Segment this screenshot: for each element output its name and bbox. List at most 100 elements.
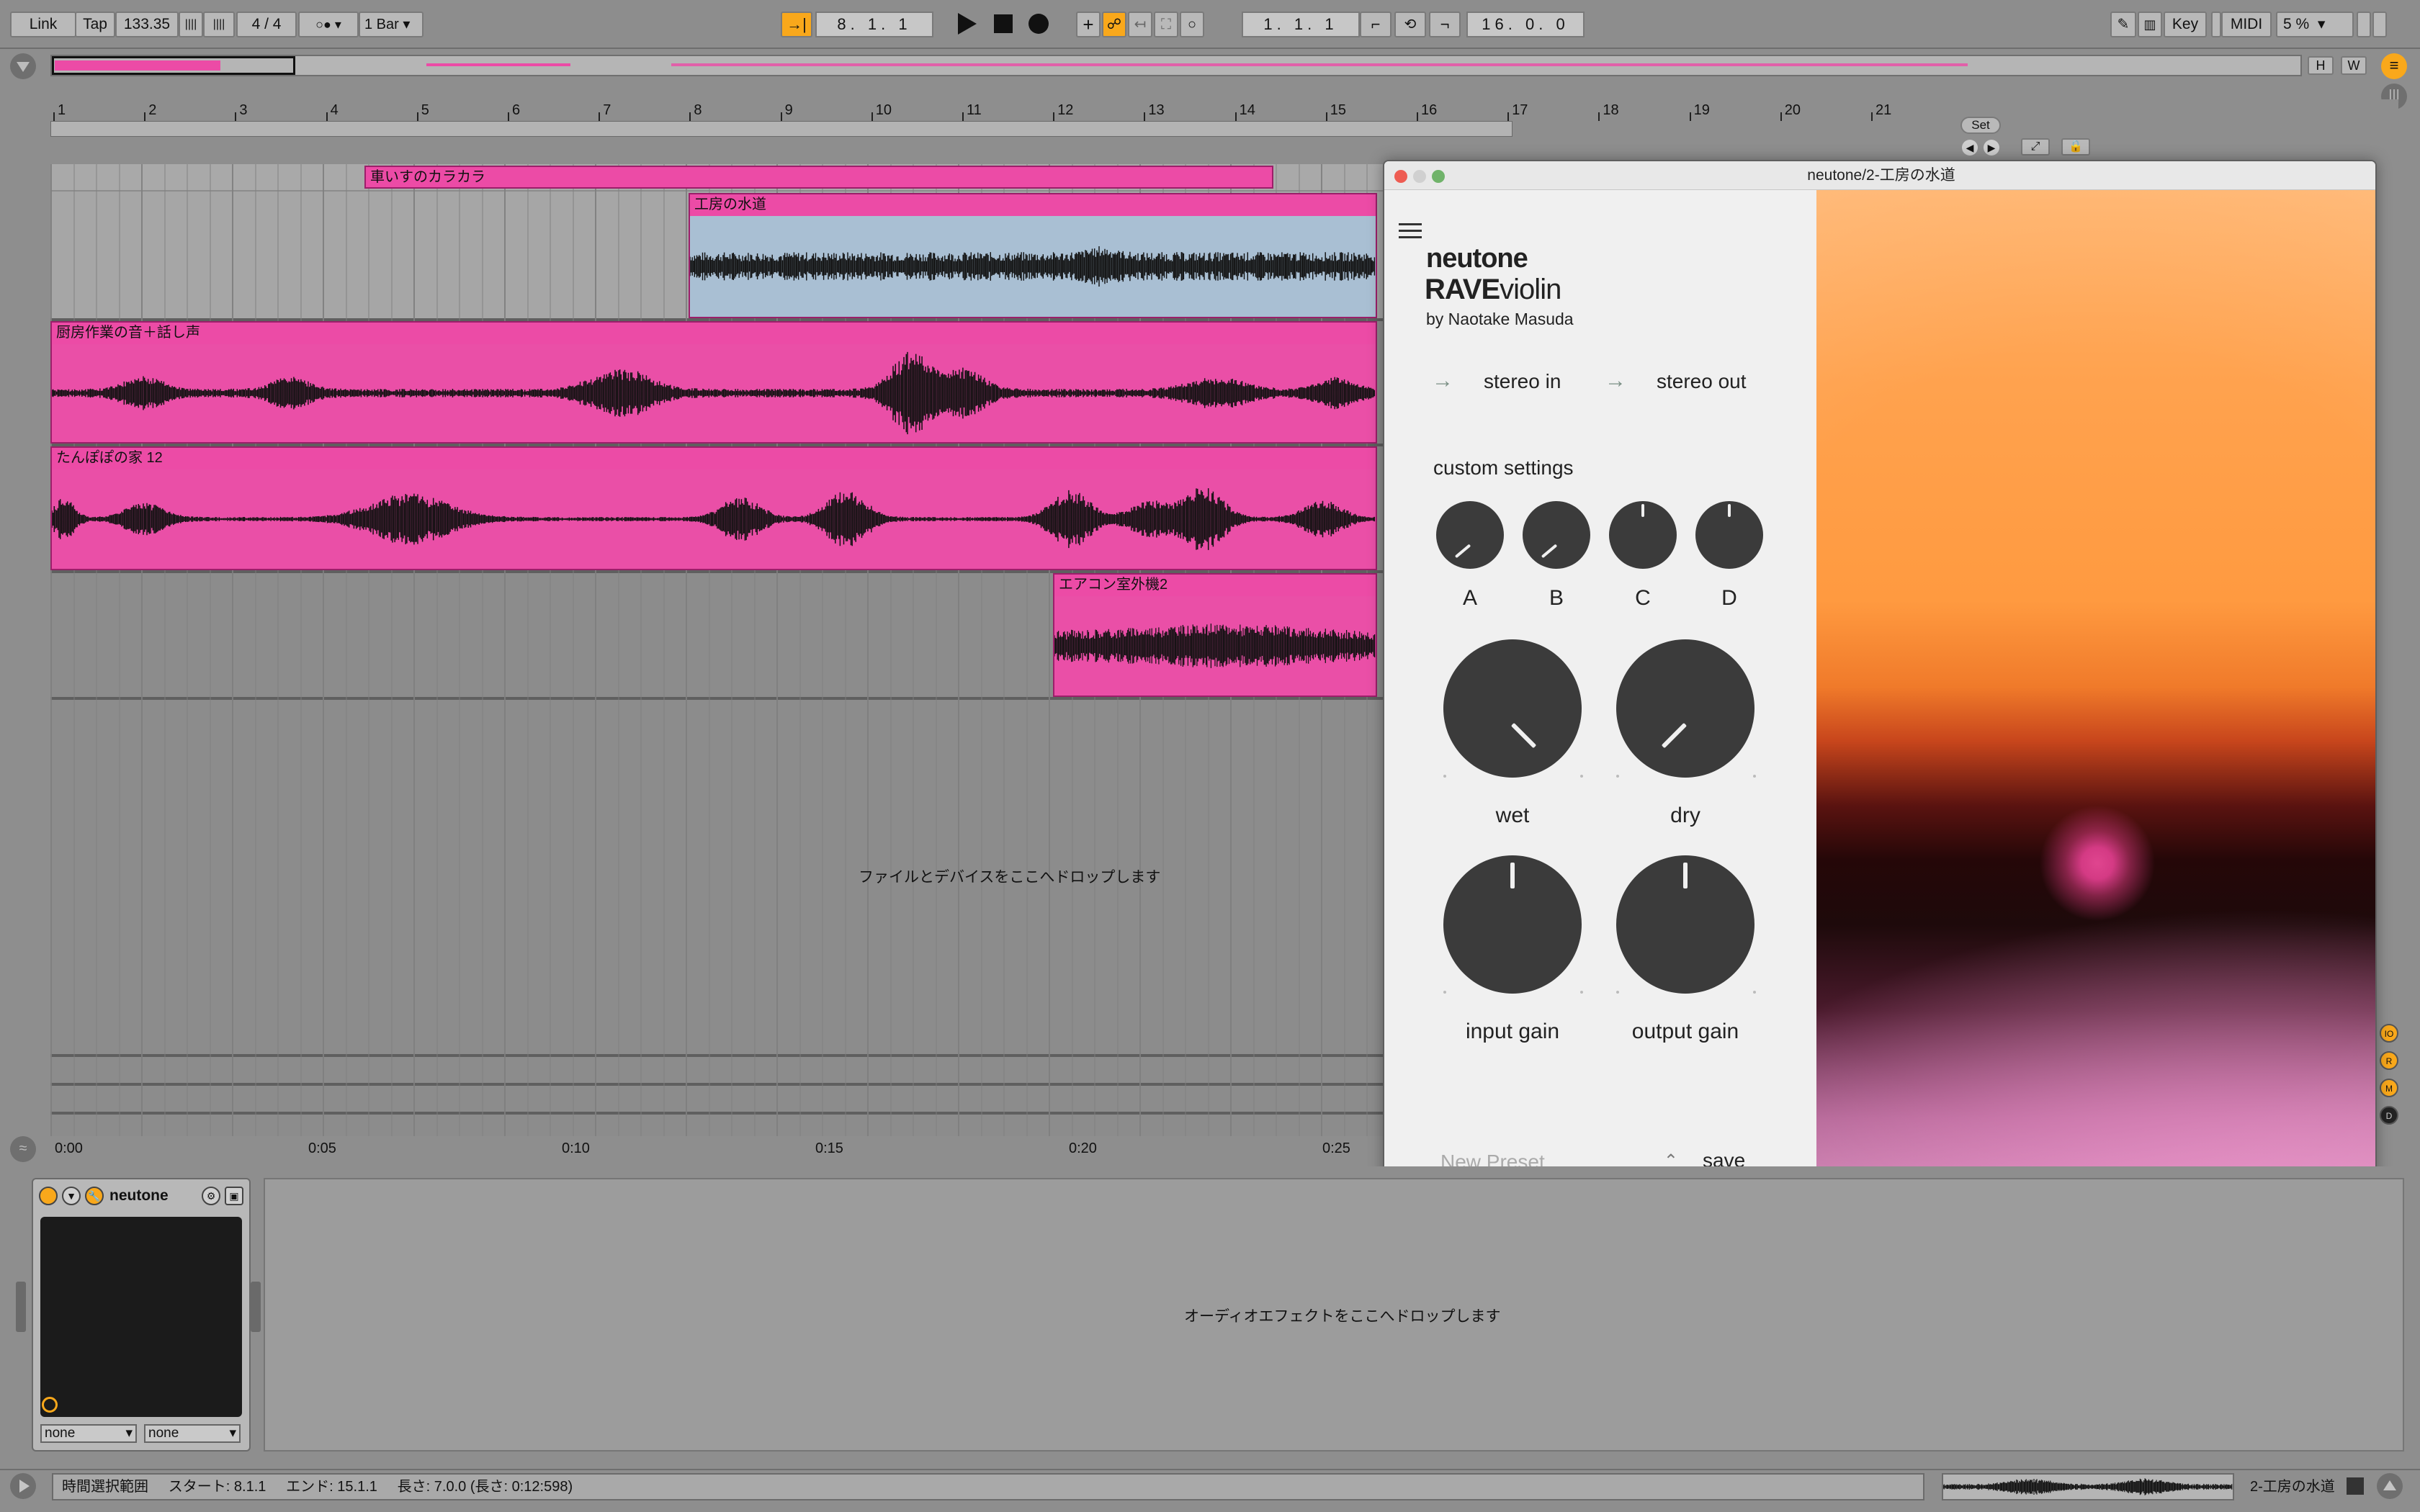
knob-b[interactable] [1523,501,1590,569]
wrench-icon[interactable]: 🔧 [85,1187,104,1205]
device-select-1[interactable]: none ▾ [40,1424,137,1443]
device-drag-handle[interactable] [251,1282,261,1332]
expand-icon[interactable]: ⤢ [2021,138,2050,156]
device-select-2[interactable]: none ▾ [144,1424,241,1443]
bar-number: 21 [1876,102,1892,118]
grid-line [550,164,551,1136]
time-ruler[interactable] [50,1136,1383,1161]
output-config[interactable]: stereo out [1657,370,1747,393]
bar-tick [1598,112,1600,121]
w-zoom-button[interactable]: W [2341,56,2367,75]
nudge-down-icon[interactable]: |||| [179,12,203,37]
input-arrow-icon: → [1432,369,1453,392]
device-fold-handle[interactable] [16,1282,26,1332]
knob-a[interactable] [1436,501,1504,569]
close-icon[interactable] [1394,170,1407,183]
set-locator-button[interactable]: Set [1960,117,2001,134]
edit-plugin-icon[interactable]: ⚙ [202,1187,220,1205]
grid-line [436,164,438,1136]
bar-number: 2 [148,102,157,118]
clip-preview[interactable] [1942,1473,2234,1500]
session-record-icon[interactable]: ○ [1180,12,1204,37]
input-config[interactable]: stereo in [1484,370,1561,393]
bar-tick [53,112,55,121]
clip-aircon[interactable]: エアコン室外機2 [1053,573,1377,697]
hamburger-menu-icon[interactable] [1399,223,1422,239]
h-zoom-button[interactable]: H [2308,56,2334,75]
play-icon[interactable] [958,13,977,35]
save-device-icon[interactable]: ▣ [225,1187,243,1205]
plugin-window-title: neutone/2-工房の水道 [1807,167,1955,184]
nudge-up-icon[interactable]: |||| [203,12,235,37]
zoom-icon[interactable] [1432,170,1445,183]
wave-toggle-icon[interactable]: ≈ [10,1136,36,1162]
arrangement-position-field[interactable]: 8. 1. 1 [815,12,933,37]
wet-knob[interactable] [1443,639,1582,778]
menu-icon[interactable]: ≡ [2381,53,2407,79]
arrangement-overview[interactable] [50,55,2302,76]
capture-icon[interactable]: ⛶ [1154,12,1178,37]
tempo-field[interactable]: 133.35 [115,12,179,37]
waveform-path [52,351,1376,435]
plugin-title-bar[interactable]: neutone/2-工房の水道 [1384,161,2375,190]
detail-toggle-icon[interactable] [2377,1473,2403,1499]
track-d-button[interactable]: D [2380,1106,2398,1125]
clip-kitchen[interactable]: 厨房作業の音＋話し声 [50,321,1377,444]
overdub-icon[interactable]: + [1076,12,1101,37]
browser-toggle-icon[interactable] [10,53,36,79]
info-view-toggle-icon[interactable] [10,1473,36,1499]
loop-brace[interactable] [50,121,1512,137]
next-locator-icon[interactable]: ▶ [1984,140,1999,156]
bar-tick [689,112,691,121]
stop-icon[interactable] [994,14,1013,33]
bar-tick [1325,112,1327,121]
loop-icon[interactable]: ⟲ [1394,12,1426,37]
dry-label: dry [1670,804,1700,827]
device-on-icon[interactable] [39,1187,58,1205]
quantize-select[interactable]: 1 Bar ▾ [359,12,424,37]
meter-field[interactable]: 4 / 4 [236,12,297,37]
dry-knob[interactable] [1616,639,1754,778]
clip-workshop-water[interactable]: 工房の水道 [689,193,1377,318]
track-m-button[interactable]: M [2380,1079,2398,1097]
input-gain-knob[interactable] [1443,855,1582,994]
loop-length-field[interactable]: 16. 0. 0 [1466,12,1585,37]
output-gain-knob[interactable] [1616,855,1754,994]
scale-dot [1443,775,1446,778]
bar-tick [599,112,601,121]
record-icon[interactable] [1028,14,1049,34]
neutone-device[interactable]: ▼ 🔧 neutone ⚙ ▣ none ▾ none ▾ [32,1178,251,1452]
bar-tick [1053,112,1055,121]
follow-icon[interactable]: →| [781,12,812,37]
punch-in-icon[interactable]: ⌐ [1360,12,1392,37]
draw-mode-icon[interactable]: ✎ [2110,12,2136,37]
prev-locator-icon[interactable]: ◀ [1962,140,1978,156]
back-to-arrangement-icon[interactable]: ↤ [1128,12,1152,37]
keyboard-icon[interactable]: ▥ [2138,12,2162,37]
clip-wheelchair[interactable]: 車いすのカラカラ [364,166,1273,189]
midi-map-button[interactable]: MIDI [2221,12,2272,37]
clip-title: 厨房作業の音＋話し声 [52,323,1376,344]
track-io-button[interactable]: IO [2380,1024,2398,1043]
lock-icon[interactable]: 🔒 [2061,138,2090,156]
metronome-button[interactable]: ○● ▾ [298,12,359,37]
track-r-button[interactable]: R [2380,1051,2398,1070]
knob-d[interactable] [1695,501,1763,569]
loop-start-field[interactable]: 1. 1. 1 [1242,12,1360,37]
link-button[interactable]: Link [10,12,76,37]
automation-arm-icon[interactable]: ☍ [1102,12,1126,37]
arrangement-view[interactable]: 車いすのカラカラ 工房の水道 厨房作業の音＋話し声 たんぽぽの家 12 エアコン… [50,164,1383,1136]
grid-line [187,164,188,1136]
knob-c[interactable] [1609,501,1677,569]
clip-tanpopo[interactable]: たんぽぽの家 12 [50,446,1377,570]
scale-dot [1616,775,1619,778]
bar-tick [416,112,418,121]
key-map-button[interactable]: Key [2164,12,2207,37]
device-fold-icon[interactable]: ▼ [62,1187,81,1205]
punch-out-icon[interactable]: ¬ [1429,12,1461,37]
tap-button[interactable]: Tap [75,12,115,37]
effects-drop-zone[interactable]: オーディオエフェクトをここへドロップします [264,1178,2404,1452]
bar-ruler[interactable] [50,99,2398,121]
minimize-icon[interactable] [1413,170,1426,183]
waveform-path [690,246,1376,287]
